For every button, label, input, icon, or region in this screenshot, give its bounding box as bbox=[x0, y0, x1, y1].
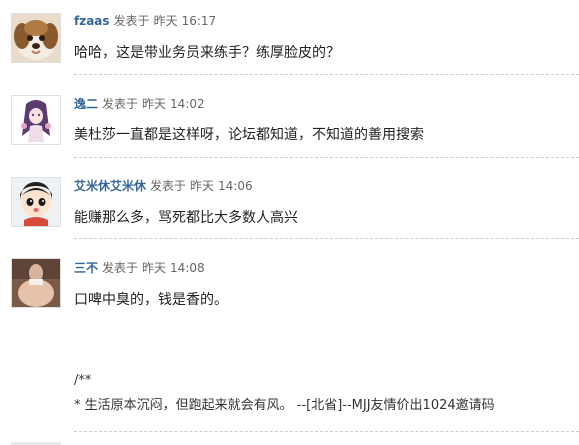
avatar-fzaas[interactable] bbox=[11, 13, 61, 63]
post-content: 口啤中臭的，钱是香的。 bbox=[74, 292, 228, 308]
post-content: 能赚那么多，骂死都比大多数人高兴 bbox=[74, 210, 298, 226]
post-time: 16:17 bbox=[181, 14, 217, 28]
post-day: 昨天 bbox=[142, 261, 167, 275]
post-day: 昨天 bbox=[153, 14, 178, 28]
post-time: 14:06 bbox=[218, 179, 253, 193]
posted-label: 发表于 bbox=[102, 97, 139, 111]
post-divider bbox=[74, 74, 579, 75]
anime-girl-avatar-icon bbox=[12, 96, 60, 144]
photo-avatar-icon bbox=[12, 259, 60, 307]
signature-line-1: /** bbox=[74, 373, 92, 388]
post-meta: 三不 发表于 昨天 14:08 bbox=[74, 259, 205, 276]
posted-label: 发表于 bbox=[150, 179, 187, 193]
author-link[interactable]: 三不 bbox=[74, 261, 98, 275]
post-meta: 艾米休艾米休 发表于 昨天 14:06 bbox=[74, 177, 253, 194]
post-meta: fzaas 发表于 昨天 16:17 bbox=[74, 12, 216, 29]
dog-avatar-icon bbox=[12, 14, 60, 62]
avatar-yier[interactable] bbox=[11, 95, 61, 145]
author-link[interactable]: 逸二 bbox=[74, 97, 98, 111]
posted-label: 发表于 bbox=[102, 261, 139, 275]
author-link[interactable]: fzaas bbox=[74, 14, 110, 28]
post-day: 昨天 bbox=[190, 179, 215, 193]
post-divider bbox=[74, 157, 579, 158]
cartoon-kid-avatar-icon bbox=[12, 178, 60, 226]
signature-line-2: * 生活原本沉闷，但跑起来就会有风。 --[北省]--MJJ友情价出1024邀请… bbox=[74, 398, 495, 413]
post-content: 美杜莎一直都是这样呀，论坛都知道，不知道的善用搜索 bbox=[74, 127, 424, 143]
avatar-aimixiu[interactable] bbox=[11, 177, 61, 227]
author-link[interactable]: 艾米休艾米休 bbox=[74, 179, 146, 193]
post-content: 哈哈，这是带业务员来练手？练厚脸皮的？ bbox=[74, 45, 340, 61]
post-divider bbox=[74, 238, 579, 239]
post-time: 14:08 bbox=[170, 261, 205, 275]
post-meta: 逸二 发表于 昨天 14:02 bbox=[74, 95, 205, 112]
post-day: 昨天 bbox=[142, 97, 167, 111]
posted-label: 发表于 bbox=[113, 14, 150, 28]
post-divider bbox=[74, 431, 579, 432]
post-time: 14:02 bbox=[170, 97, 205, 111]
avatar-sanbu[interactable] bbox=[11, 258, 61, 308]
